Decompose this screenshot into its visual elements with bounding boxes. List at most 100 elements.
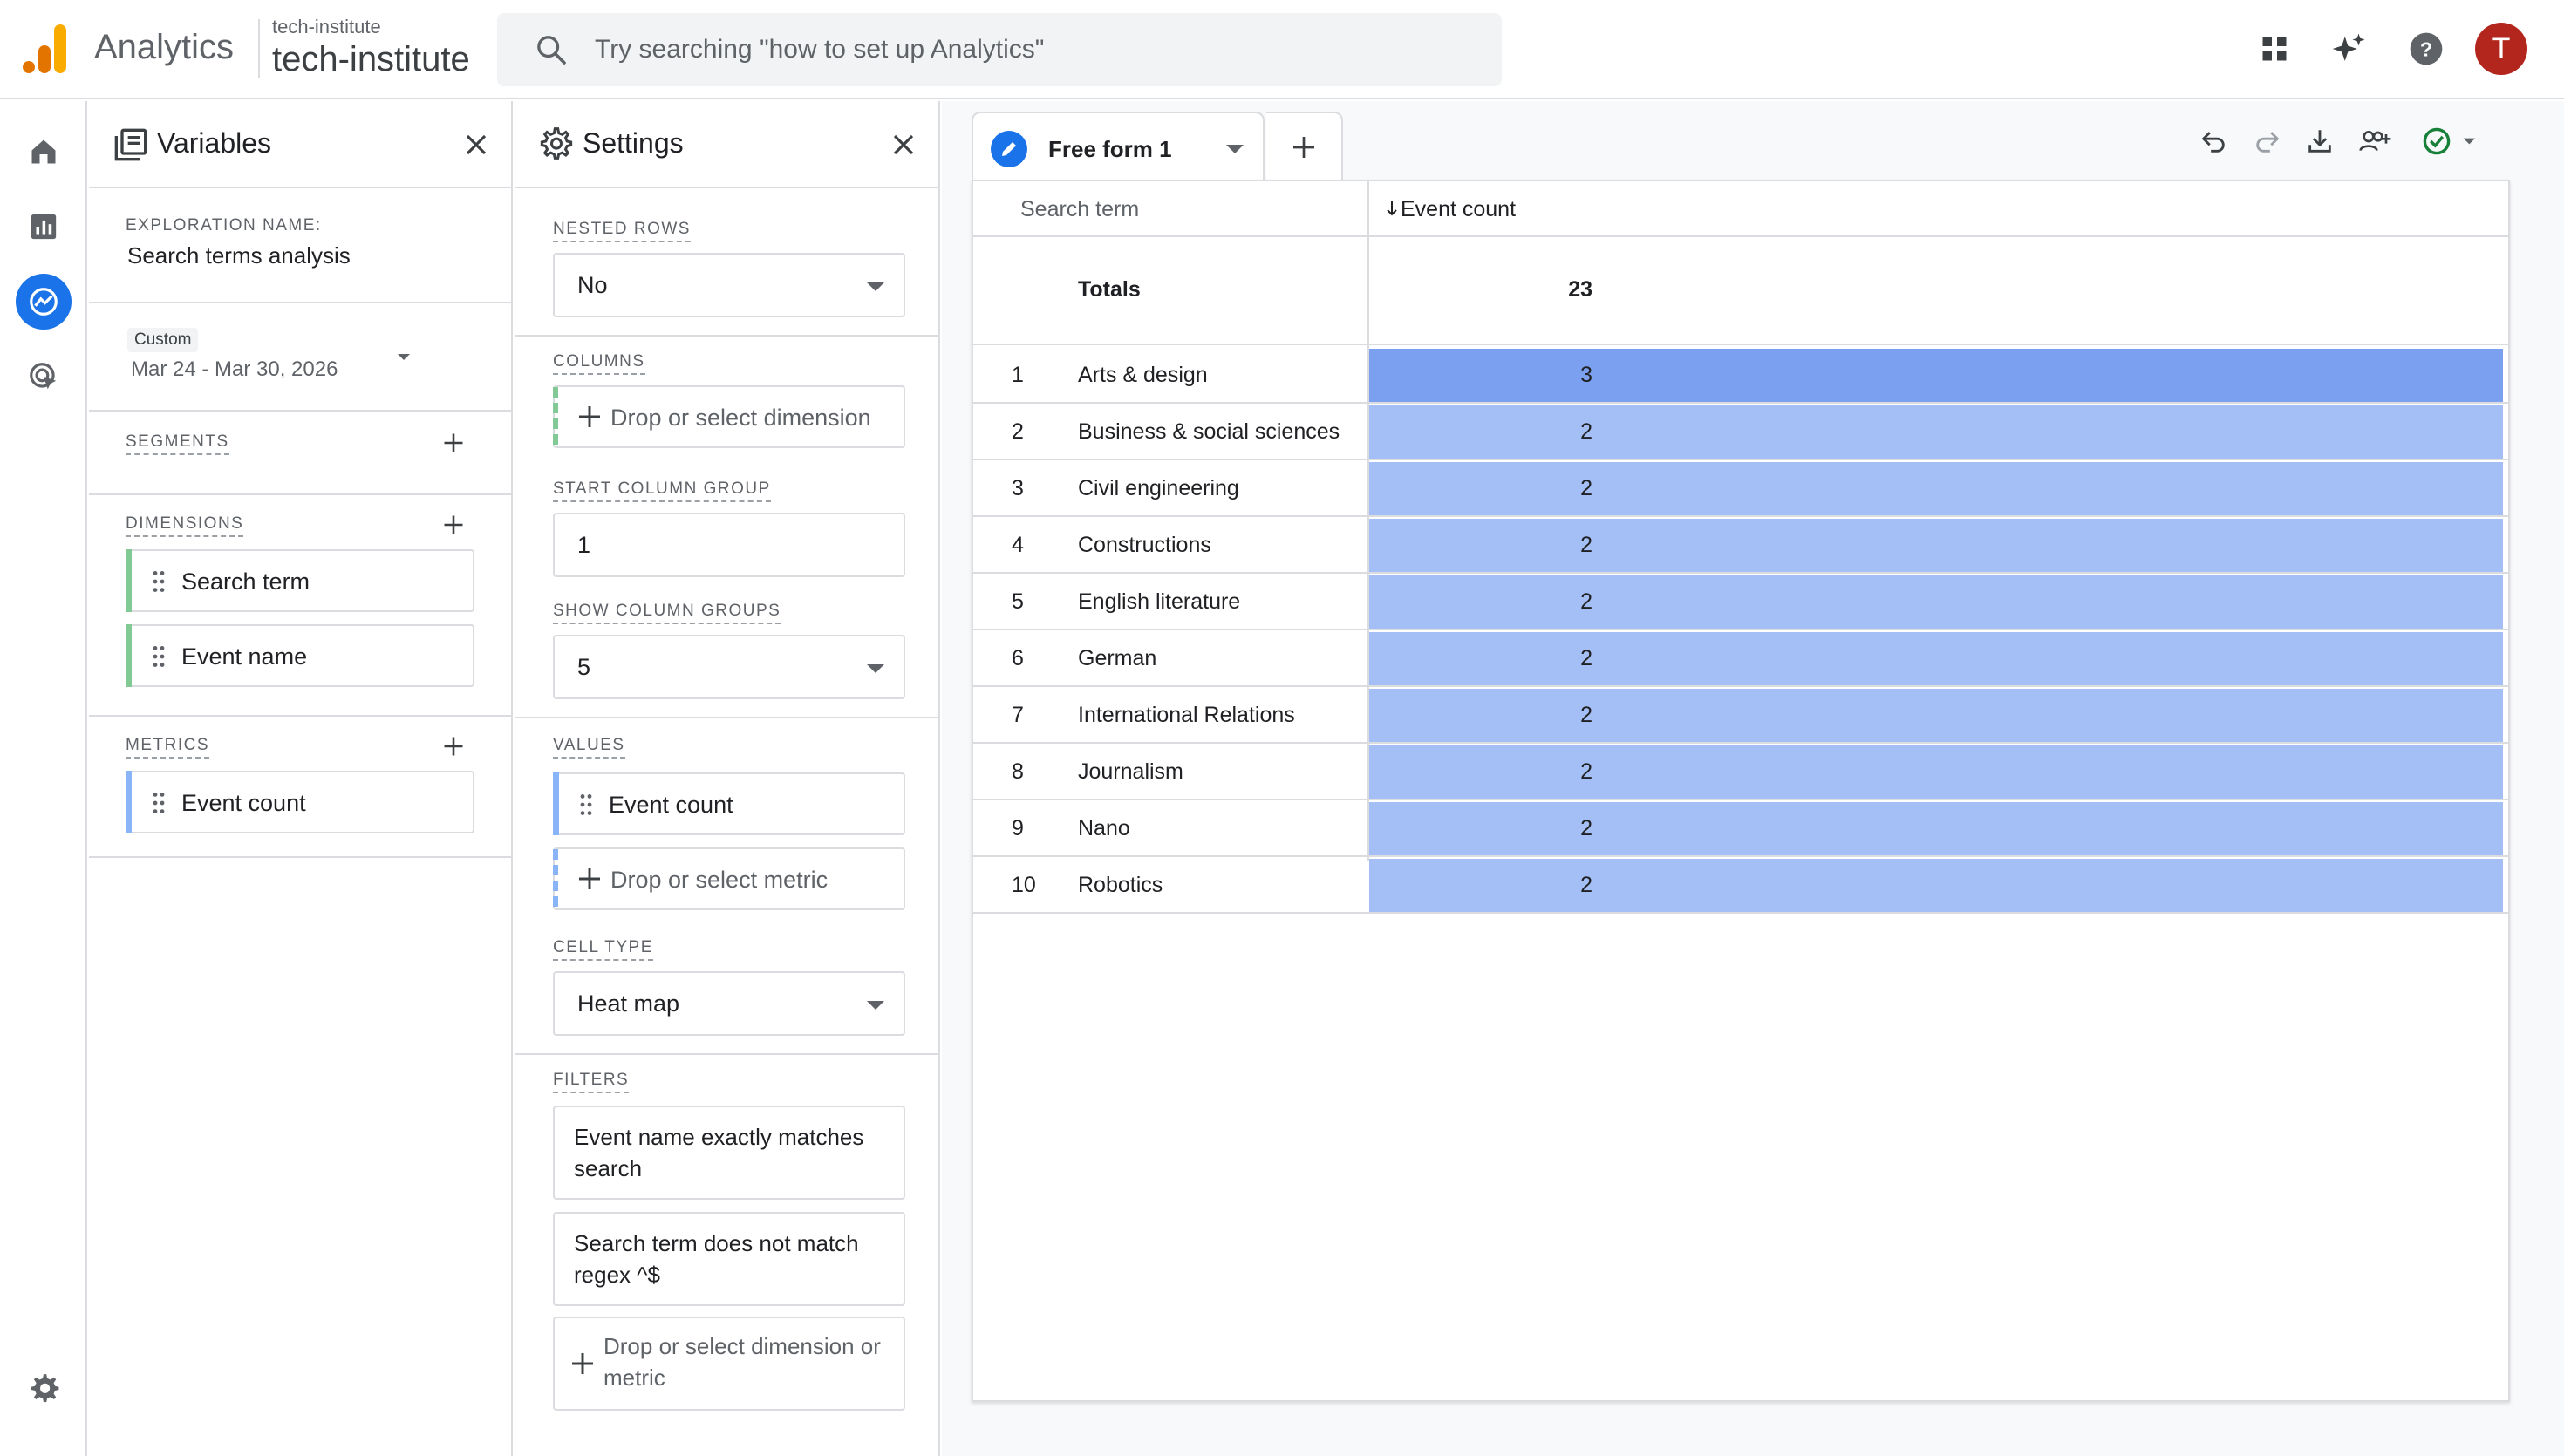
add-tab-button[interactable]	[1266, 112, 1343, 181]
totals-value: 23	[1568, 277, 1592, 302]
search-term-cell: Nano	[1078, 816, 1130, 840]
table-row[interactable]: 3 Civil engineering 2	[973, 460, 2508, 517]
date-range[interactable]: Mar 24 - Mar 30, 2026	[131, 357, 338, 382]
table-row[interactable]: 6 German 2	[973, 630, 2508, 687]
nested-rows-label: NESTED ROWS	[553, 220, 691, 242]
totals-label: Totals	[1078, 277, 1141, 302]
row-index: 1	[1012, 363, 1024, 387]
column-header-search-term[interactable]: Search term	[1020, 197, 1139, 222]
app-name[interactable]: Analytics	[94, 28, 234, 67]
admin-gear-icon[interactable]	[16, 1360, 72, 1416]
divider	[515, 1053, 938, 1055]
filters-drop-label: Drop or select dimension or metric	[603, 1333, 881, 1391]
dimension-chip[interactable]: Search term	[126, 549, 474, 612]
table-row[interactable]: 7 International Relations 2	[973, 687, 2508, 744]
show-column-groups-select[interactable]: 5	[553, 635, 905, 699]
add-dimension-icon[interactable]	[436, 507, 471, 542]
download-icon[interactable]	[2299, 120, 2341, 162]
undo-icon[interactable]	[2192, 120, 2234, 162]
chevron-down-icon[interactable]	[1226, 145, 1244, 153]
advertising-icon[interactable]	[16, 349, 72, 405]
metric-dashed-bar	[553, 849, 558, 912]
add-segment-icon[interactable]	[436, 425, 471, 460]
event-count-cell: 2	[1580, 476, 1592, 500]
table-row[interactable]: 8 Journalism 2	[973, 744, 2508, 800]
divider	[515, 717, 938, 718]
svg-text:?: ?	[2420, 37, 2432, 60]
check-status-icon[interactable]	[2417, 120, 2486, 162]
columns-drop-zone[interactable]: Drop or select dimension	[553, 385, 905, 450]
event-count-cell: 2	[1580, 533, 1592, 557]
search-input[interactable]	[595, 25, 1467, 74]
table-row[interactable]: 2 Business & social sciences 2	[973, 404, 2508, 460]
edit-pencil-icon[interactable]	[991, 131, 1027, 167]
account-name[interactable]: tech-institute	[272, 16, 381, 38]
table-sheet: Search term Event count Totals 23 1 Arts …	[972, 180, 2510, 1402]
divider	[89, 493, 511, 495]
close-icon[interactable]	[884, 126, 923, 164]
event-count-cell: 2	[1580, 759, 1592, 784]
filter-chip[interactable]: Event name exactly matches search	[553, 1106, 905, 1200]
cell-type-select[interactable]: Heat map	[553, 971, 905, 1036]
nested-rows-select[interactable]: No	[553, 253, 905, 317]
filters-label: FILTERS	[553, 1071, 630, 1093]
tab-free-form-1[interactable]: Free form 1	[972, 112, 1265, 181]
row-index: 10	[1012, 873, 1036, 897]
avatar[interactable]: T	[2475, 23, 2527, 75]
dimension-chip[interactable]: Event name	[126, 624, 474, 687]
table-row[interactable]: 5 English literature 2	[973, 574, 2508, 630]
values-label: VALUES	[553, 736, 625, 759]
reports-icon[interactable]	[16, 199, 72, 255]
sort-down-arrow-icon[interactable]	[1385, 201, 1399, 216]
search-term-cell: Civil engineering	[1078, 476, 1239, 500]
exploration-name[interactable]: Search terms analysis	[127, 242, 351, 269]
row-index: 2	[1012, 419, 1024, 444]
redo-icon[interactable]	[2247, 120, 2288, 162]
drag-handle-icon[interactable]	[152, 645, 166, 668]
start-column-group-label: START COLUMN GROUP	[553, 480, 771, 502]
totals-row: Totals 23	[973, 239, 2508, 345]
metric-label: Event count	[181, 790, 306, 816]
table-row[interactable]: 10 Robotics 2	[973, 857, 2508, 914]
search-box[interactable]	[497, 13, 1502, 86]
table-row[interactable]: 9 Nano 2	[973, 800, 2508, 857]
sparkle-icon[interactable]	[2327, 26, 2372, 71]
add-metric-icon[interactable]	[436, 729, 471, 764]
chevron-down-icon	[867, 664, 884, 673]
event-count-cell: 2	[1580, 816, 1592, 840]
metric-color-bar	[553, 772, 559, 835]
apps-grid-icon[interactable]	[2252, 26, 2297, 71]
home-icon[interactable]	[16, 124, 72, 180]
header-divider	[258, 19, 260, 78]
explore-icon[interactable]	[16, 274, 72, 330]
settings-title: Settings	[583, 127, 684, 159]
dimension-label: Search term	[181, 568, 310, 595]
drag-handle-icon[interactable]	[579, 793, 593, 816]
help-icon[interactable]: ?	[2404, 26, 2449, 71]
close-icon[interactable]	[457, 126, 495, 164]
row-index: 3	[1012, 476, 1024, 500]
drag-handle-icon[interactable]	[152, 792, 166, 814]
table-row[interactable]: 4 Constructions 2	[973, 517, 2508, 574]
drag-handle-icon[interactable]	[152, 570, 166, 593]
value-metric-label: Event count	[609, 792, 733, 818]
filter-chip[interactable]: Search term does not match regex ^$	[553, 1212, 905, 1306]
filters-drop-zone[interactable]: Drop or select dimension or metric	[553, 1317, 905, 1411]
plus-icon	[572, 1353, 593, 1374]
values-drop-zone[interactable]: Drop or select metric	[553, 847, 905, 912]
property-name[interactable]: tech-institute	[272, 40, 470, 79]
table-row[interactable]: 1 Arts & design 3	[973, 347, 2508, 404]
metric-chip[interactable]: Event count	[126, 771, 474, 833]
date-range-dropdown-icon[interactable]	[398, 354, 410, 360]
search-term-cell: German	[1078, 646, 1157, 670]
metrics-label: METRICS	[126, 736, 209, 759]
value-metric-chip[interactable]: Event count	[553, 772, 905, 835]
start-column-group-input[interactable]: 1	[553, 513, 905, 577]
show-column-groups-value: 5	[577, 654, 591, 680]
column-header-event-count[interactable]: Event count	[1401, 197, 1516, 222]
share-users-icon[interactable]	[2355, 120, 2397, 162]
settings-gear-icon	[540, 127, 573, 160]
analytics-logo-icon[interactable]	[23, 24, 68, 73]
divider	[89, 715, 511, 717]
dimension-dashed-bar	[553, 387, 558, 450]
